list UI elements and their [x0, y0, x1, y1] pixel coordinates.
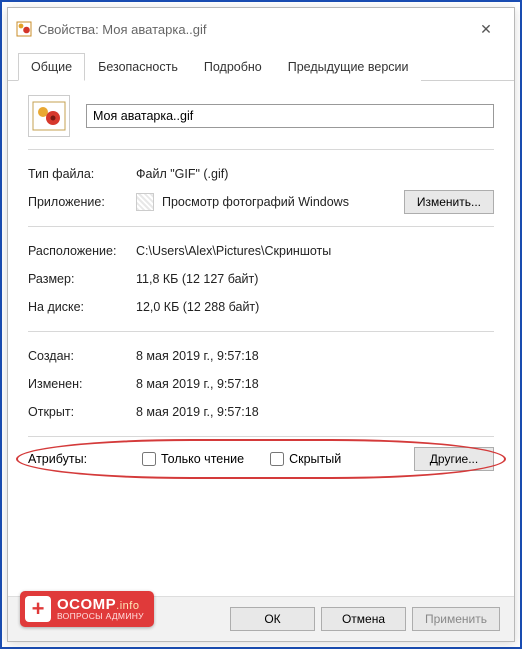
- attributes-label: Атрибуты:: [28, 452, 136, 466]
- advanced-button[interactable]: Другие...: [414, 447, 494, 471]
- apply-button[interactable]: Применить: [412, 607, 500, 631]
- tab-previous[interactable]: Предыдущие версии: [275, 53, 422, 81]
- tab-general[interactable]: Общие: [18, 53, 85, 81]
- accessed-label: Открыт:: [28, 405, 136, 419]
- app-value: Просмотр фотографий Windows: [162, 195, 349, 209]
- tab-security[interactable]: Безопасность: [85, 53, 191, 81]
- created-value: 8 мая 2019 г., 9:57:18: [136, 349, 494, 363]
- ok-button[interactable]: ОК: [230, 607, 315, 631]
- readonly-checkbox[interactable]: Только чтение: [142, 452, 244, 466]
- titlebar: Свойства: Моя аватарка..gif ✕: [8, 8, 514, 50]
- modified-label: Изменен:: [28, 377, 136, 391]
- filetype-value: Файл "GIF" (.gif): [136, 167, 494, 181]
- location-value: C:\Users\Alex\Pictures\Скриншоты: [136, 244, 494, 258]
- filename-input[interactable]: [86, 104, 494, 128]
- hidden-checkbox[interactable]: Скрытый: [270, 452, 341, 466]
- tabstrip: Общие Безопасность Подробно Предыдущие в…: [8, 52, 514, 81]
- window-title: Свойства: Моя аватарка..gif: [38, 22, 466, 37]
- disk-value: 12,0 КБ (12 288 байт): [136, 300, 494, 314]
- modified-value: 8 мая 2019 г., 9:57:18: [136, 377, 494, 391]
- separator: [28, 331, 494, 332]
- app-icon: [136, 193, 154, 211]
- app-label: Приложение:: [28, 195, 136, 209]
- separator: [28, 149, 494, 150]
- created-label: Создан:: [28, 349, 136, 363]
- cancel-button[interactable]: Отмена: [321, 607, 406, 631]
- readonly-input[interactable]: [142, 452, 156, 466]
- file-icon: [16, 21, 32, 37]
- separator: [28, 226, 494, 227]
- properties-dialog: Свойства: Моя аватарка..gif ✕ Общие Безо…: [7, 7, 515, 642]
- size-label: Размер:: [28, 272, 136, 286]
- change-app-button[interactable]: Изменить...: [404, 190, 494, 214]
- watermark-logo: + OCOMP.info ВОПРОСЫ АДМИНУ: [20, 591, 154, 627]
- disk-label: На диске:: [28, 300, 136, 314]
- accessed-value: 8 мая 2019 г., 9:57:18: [136, 405, 494, 419]
- general-panel: Тип файла: Файл "GIF" (.gif) Приложение:…: [8, 81, 514, 596]
- location-label: Расположение:: [28, 244, 136, 258]
- separator: [28, 436, 494, 437]
- size-value: 11,8 КБ (12 127 байт): [136, 272, 494, 286]
- file-thumbnail: [28, 95, 70, 137]
- hidden-input[interactable]: [270, 452, 284, 466]
- close-button[interactable]: ✕: [466, 15, 506, 43]
- tab-details[interactable]: Подробно: [191, 53, 275, 81]
- plus-icon: +: [25, 596, 51, 622]
- filetype-label: Тип файла:: [28, 167, 136, 181]
